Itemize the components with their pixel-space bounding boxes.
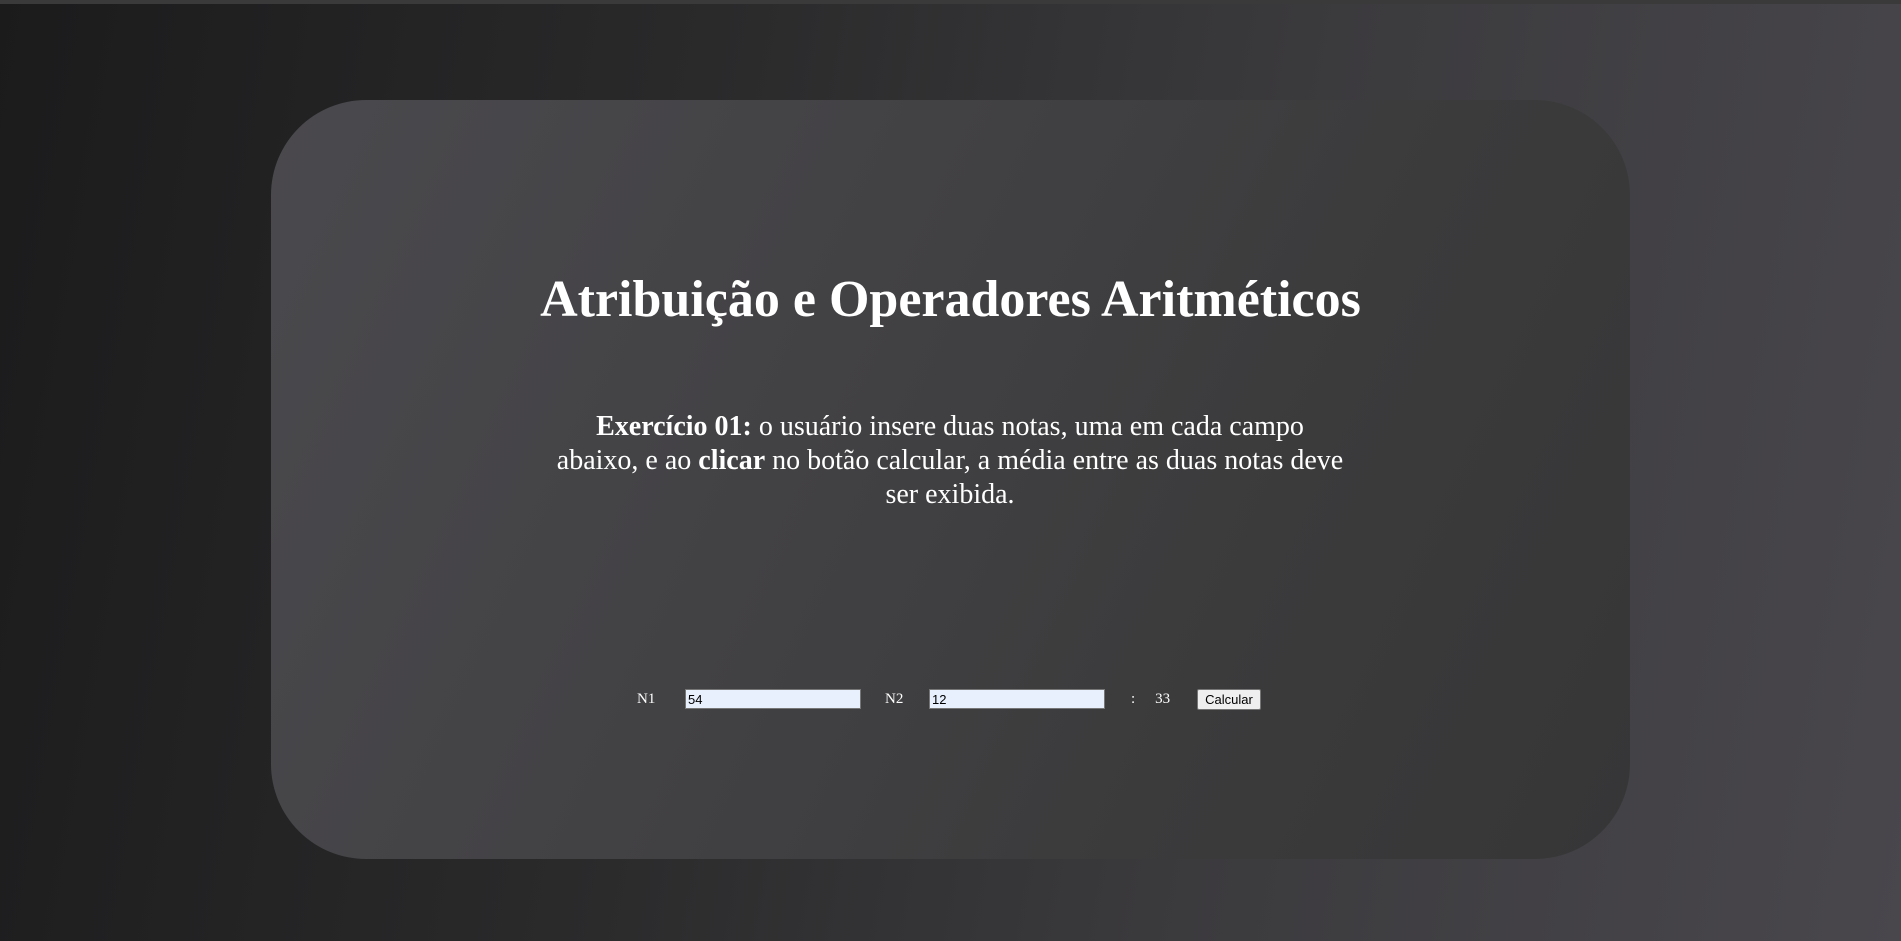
grade-form: N1 N2 : 33 Calcular xyxy=(637,688,1261,710)
n2-label: N2 xyxy=(885,690,904,707)
exercise-emphasis: clicar xyxy=(698,445,766,476)
exercise-description: Exercício 01: o usuário insere duas nota… xyxy=(554,410,1346,512)
top-border xyxy=(0,0,1901,4)
exercise-label: Exercício 01: xyxy=(596,411,752,442)
n1-input[interactable] xyxy=(685,689,861,709)
page-title: Atribuição e Operadores Aritméticos xyxy=(540,271,1361,328)
exercise-text-part2: no botão calcular, a média entre as duas… xyxy=(765,445,1344,510)
calculate-button[interactable]: Calcular xyxy=(1197,688,1261,710)
result-separator: : xyxy=(1131,690,1136,707)
average-result: 33 xyxy=(1155,690,1171,707)
n2-input[interactable] xyxy=(929,689,1105,709)
content-card: Atribuição e Operadores Aritméticos Exer… xyxy=(271,100,1630,859)
n1-label: N1 xyxy=(637,690,656,707)
